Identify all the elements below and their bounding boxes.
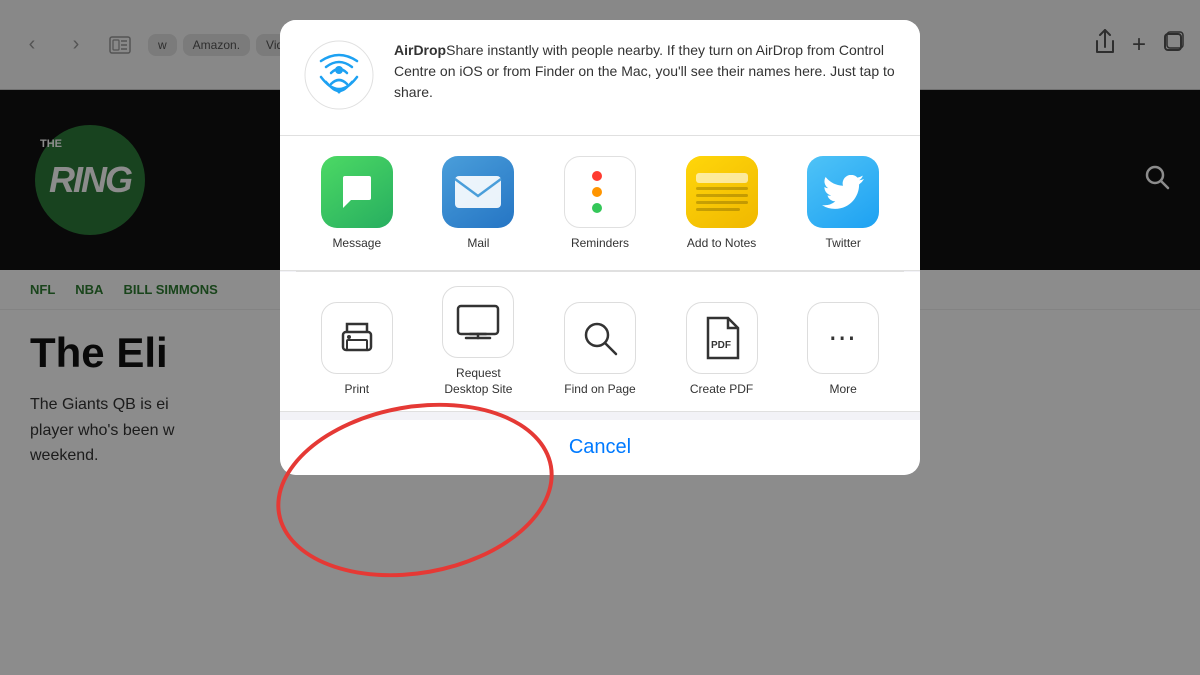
action-request-desktop[interactable]: Request Desktop Site [423, 286, 533, 397]
mail-label: Mail [467, 236, 489, 250]
find-on-page-label: Find on Page [564, 382, 635, 398]
more-label: More [830, 382, 857, 398]
airdrop-description: AirDropShare instantly with people nearb… [394, 40, 896, 103]
print-icon [321, 302, 393, 374]
twitter-icon [807, 156, 879, 228]
actions-row: Print Request Desktop Site [280, 272, 920, 412]
app-notes[interactable]: Add to Notes [672, 156, 772, 250]
notes-icon [686, 156, 758, 228]
action-create-pdf[interactable]: PDF Create PDF [667, 302, 777, 398]
cancel-section: Cancel [280, 420, 920, 475]
app-mail[interactable]: Mail [428, 156, 528, 250]
action-print[interactable]: Print [302, 302, 412, 398]
message-icon [321, 156, 393, 228]
mail-icon [442, 156, 514, 228]
share-sheet: AirDropShare instantly with people nearb… [280, 20, 920, 475]
cancel-button[interactable]: Cancel [296, 436, 904, 459]
apps-row: Message Mail [280, 136, 920, 271]
notes-label: Add to Notes [687, 236, 756, 250]
twitter-label: Twitter [826, 236, 861, 250]
find-on-page-icon [564, 302, 636, 374]
message-label: Message [332, 236, 381, 250]
more-icon: ⋯ [807, 302, 879, 374]
reminders-icon [564, 156, 636, 228]
request-desktop-icon [442, 286, 514, 358]
airdrop-icon [304, 40, 374, 115]
app-reminders[interactable]: Reminders [550, 156, 650, 250]
app-message[interactable]: Message [307, 156, 407, 250]
reminders-label: Reminders [571, 236, 629, 250]
airdrop-section: AirDropShare instantly with people nearb… [280, 20, 920, 136]
svg-text:PDF: PDF [711, 340, 731, 351]
action-find-on-page[interactable]: Find on Page [545, 302, 655, 398]
create-pdf-icon: PDF [686, 302, 758, 374]
print-label: Print [344, 382, 369, 398]
create-pdf-label: Create PDF [690, 382, 753, 398]
app-twitter[interactable]: Twitter [793, 156, 893, 250]
action-more[interactable]: ⋯ More [788, 302, 898, 398]
request-desktop-label: Request Desktop Site [444, 366, 512, 397]
